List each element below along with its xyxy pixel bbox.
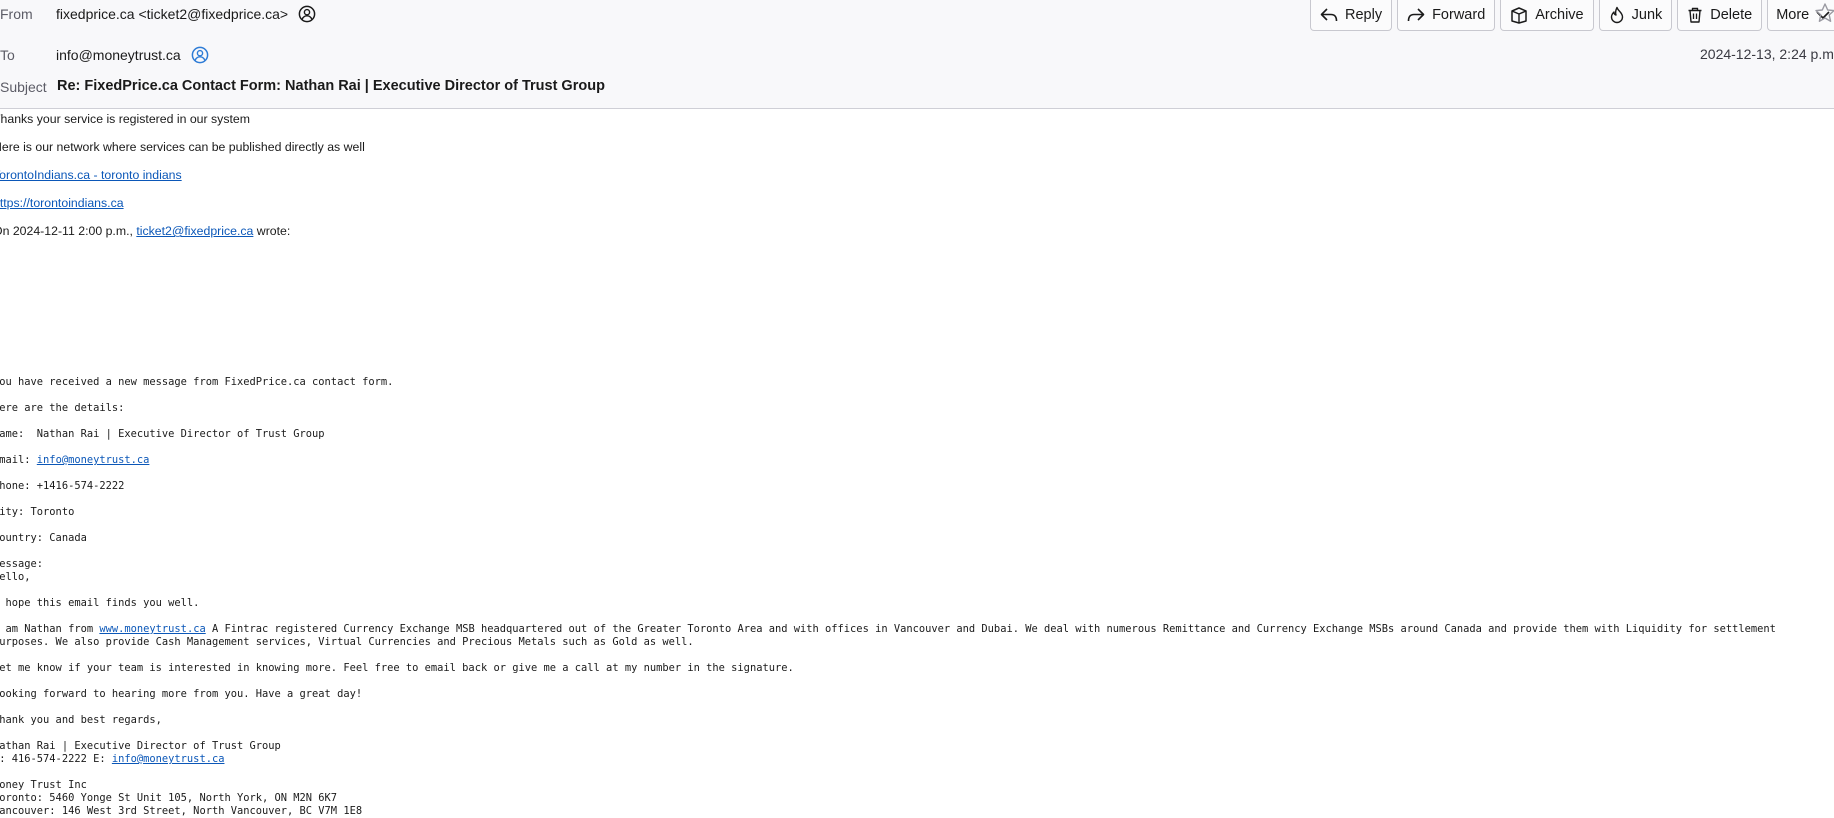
from-address[interactable]: fixedprice.ca <ticket2@fixedprice.ca> bbox=[56, 6, 288, 22]
junk-label: Junk bbox=[1631, 7, 1663, 23]
reply-link-row-2: https://torontoindians.ca bbox=[0, 195, 1833, 223]
quoted-thanks: Thank you and best regards, bbox=[0, 714, 162, 726]
forward-arrow-icon bbox=[1407, 8, 1425, 22]
quoted-intro: You have received a new message from Fix… bbox=[0, 376, 394, 388]
signature-name: Nathan Rai | Executive Director of Trust… bbox=[0, 740, 281, 752]
star-icon[interactable] bbox=[1814, 2, 1834, 29]
person-circle-blue-icon[interactable] bbox=[191, 46, 209, 67]
to-address[interactable]: info@moneytrust.ca bbox=[56, 47, 181, 63]
quoted-message: You have received a new message from Fix… bbox=[0, 376, 1827, 818]
quoted-message-label: Message: bbox=[0, 558, 44, 570]
flame-icon bbox=[1610, 6, 1623, 24]
quote-email-link[interactable]: ticket2@fixedprice.ca bbox=[136, 224, 253, 238]
archive-label: Archive bbox=[1535, 7, 1584, 23]
moneytrust-link[interactable]: www.moneytrust.ca bbox=[99, 623, 205, 635]
quoted-letme: Let me know if your team is interested i… bbox=[0, 662, 794, 674]
quoted-email-row: Email: info@moneytrust.ca bbox=[0, 454, 1827, 467]
subject-line: Re: FixedPrice.ca Contact Form: Nathan R… bbox=[57, 78, 605, 94]
quoted-forward: Looking forward to hearing more from you… bbox=[0, 688, 363, 700]
more-label: More bbox=[1776, 7, 1810, 23]
reply-line-2: Here is our network where services can b… bbox=[0, 140, 365, 154]
message-body: Thanks your service is registered in our… bbox=[0, 111, 1833, 817]
torontoindians-link[interactable]: TorontoIndians.ca - toronto indians bbox=[0, 168, 182, 182]
quoted-email-link[interactable]: info@moneytrust.ca bbox=[37, 454, 150, 466]
from-label: From bbox=[0, 6, 33, 22]
signature-toronto: Toronto: 5460 Yonge St Unit 105, North Y… bbox=[0, 792, 338, 804]
reply-section: Thanks your service is registered in our… bbox=[0, 111, 1833, 251]
reply-label: Reply bbox=[1345, 7, 1383, 23]
quote-header: On 2024-12-11 2:00 p.m., ticket2@fixedpr… bbox=[0, 223, 1833, 251]
to-field[interactable]: info@moneytrust.ca bbox=[56, 46, 209, 67]
quoted-hello: Hello, bbox=[0, 571, 31, 583]
signature-contact: P: 416-574-2222 E: info@moneytrust.ca bbox=[0, 753, 1827, 766]
to-label: To bbox=[0, 47, 15, 63]
forward-label: Forward bbox=[1432, 7, 1486, 23]
delete-label: Delete bbox=[1710, 7, 1753, 23]
trash-icon bbox=[1688, 7, 1702, 23]
quoted-email-label: Email: bbox=[0, 454, 31, 466]
message-date: 2024-12-13, 2:24 p.m. bbox=[1700, 46, 1834, 62]
from-field[interactable]: fixedprice.ca <ticket2@fixedprice.ca> bbox=[56, 5, 316, 26]
signature-email-link[interactable]: info@moneytrust.ca bbox=[112, 753, 225, 765]
quote-suffix: wrote: bbox=[253, 224, 291, 238]
signature-vancouver: Vancouver: 146 West 3rd Street, North Va… bbox=[0, 805, 363, 817]
message-toolbar: Reply Forward Archive Junk Delete More bbox=[1310, 0, 1834, 32]
reply-link-row-1: TorontoIndians.ca - toronto indians bbox=[0, 167, 1833, 195]
reply-line-1: Thanks your service is registered in our… bbox=[0, 112, 250, 126]
torontoindians-url-link[interactable]: https://torontoindians.ca bbox=[0, 196, 124, 210]
p1-post: A Fintrac registered Currency Exchange M… bbox=[0, 623, 1783, 648]
quoted-paragraph-1: I am Nathan from www.moneytrust.ca A Fin… bbox=[0, 623, 1827, 649]
quoted-country: country: Canada bbox=[0, 532, 87, 544]
quoted-details: Here are the details: bbox=[0, 402, 125, 414]
archive-box-icon bbox=[1511, 7, 1528, 24]
reply-button[interactable]: Reply bbox=[1310, 0, 1393, 31]
subject-label: Subject bbox=[0, 79, 47, 95]
delete-button[interactable]: Delete bbox=[1677, 0, 1763, 31]
quoted-city: city: Toronto bbox=[0, 506, 75, 518]
reply-arrow-icon bbox=[1320, 8, 1338, 22]
p1-pre: I am Nathan from bbox=[0, 623, 100, 635]
quoted-name: Name: Nathan Rai | Executive Director of… bbox=[0, 428, 325, 440]
quote-prefix: On 2024-12-11 2:00 p.m., bbox=[0, 224, 137, 238]
forward-button[interactable]: Forward bbox=[1397, 0, 1496, 31]
message-header: From fixedprice.ca <ticket2@fixedprice.c… bbox=[0, 0, 1834, 109]
quoted-phone: Phone: +1416-574-2222 bbox=[0, 480, 125, 492]
junk-button[interactable]: Junk bbox=[1598, 0, 1673, 31]
signature-contact-pre: P: 416-574-2222 E: bbox=[0, 753, 112, 765]
person-circle-icon[interactable] bbox=[298, 5, 316, 26]
archive-button[interactable]: Archive bbox=[1500, 0, 1594, 31]
quoted-hope: I hope this email finds you well. bbox=[0, 597, 200, 609]
signature-company: Money Trust Inc bbox=[0, 779, 87, 791]
